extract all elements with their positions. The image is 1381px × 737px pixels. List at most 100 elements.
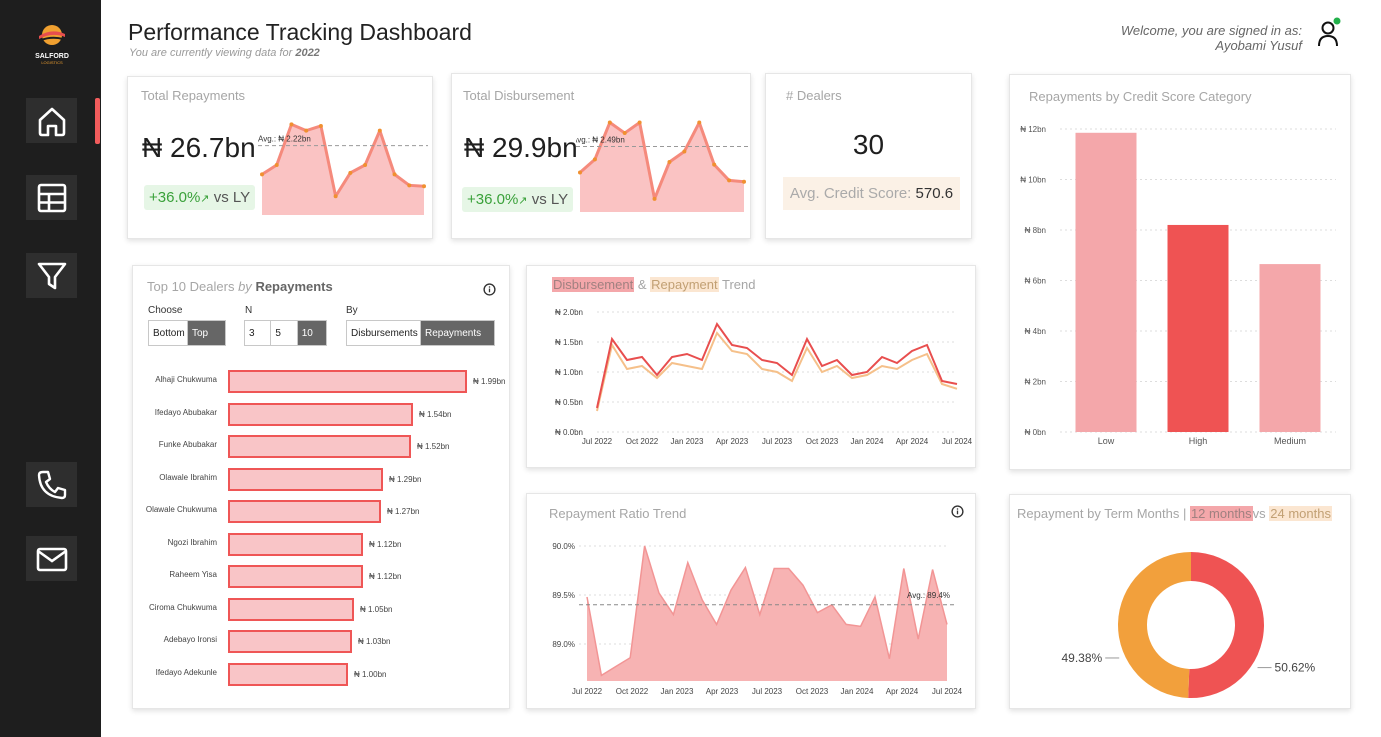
trend-up-icon: ↗ bbox=[200, 193, 210, 205]
x-tick-label: Jan 2024 bbox=[851, 437, 884, 446]
user-avatar[interactable] bbox=[1315, 17, 1345, 49]
n-toggle: 3 5 10 bbox=[244, 320, 327, 346]
dealer-row[interactable]: Alhaji Chukwuma ₦ 1.99bn bbox=[133, 370, 511, 393]
x-tick-label: Oct 2022 bbox=[626, 437, 659, 446]
dealer-row[interactable]: Ifedayo Adekunle ₦ 1.00bn bbox=[133, 662, 511, 686]
dealer-value-label: ₦ 1.29bn bbox=[389, 474, 422, 484]
disb-rep-trend-card: Disbursement & Repayment Trend ₦ 0.0bn ₦ … bbox=[526, 265, 976, 468]
x-tick-label: High bbox=[1189, 436, 1208, 446]
mail-icon bbox=[36, 547, 67, 571]
dealer-bar bbox=[228, 597, 354, 621]
total-repayments-value: ₦ 26.7bn bbox=[142, 132, 256, 163]
n-3-option[interactable]: 3 bbox=[245, 321, 272, 345]
sparkline-point bbox=[742, 179, 746, 184]
nav-home-button[interactable] bbox=[26, 98, 77, 143]
nav-filter-button[interactable] bbox=[26, 253, 77, 298]
nav-table-button[interactable] bbox=[26, 175, 77, 220]
x-tick-label: Jul 2023 bbox=[752, 687, 783, 696]
top-dealers-title-by: by bbox=[238, 279, 252, 294]
x-tick-label: Apr 2023 bbox=[706, 687, 739, 696]
x-tick-label: Apr 2023 bbox=[716, 437, 749, 446]
x-tick-label: Jan 2023 bbox=[671, 437, 704, 446]
dealer-row[interactable]: Olawale Ibrahim ₦ 1.29bn bbox=[133, 467, 511, 491]
dealer-row[interactable]: Ngozi Ibrahim ₦ 1.12bn bbox=[133, 532, 511, 556]
repayment-ratio-area-chart: 89.0% 89.5% 90.0% Avg.: 89.4% Jul 2022 Oct 20… bbox=[552, 542, 963, 696]
top-dealers-title: Top 10 Dealers by Repayments bbox=[147, 279, 333, 294]
sparkline-point bbox=[289, 122, 294, 127]
by-label: By bbox=[346, 305, 358, 316]
disbursement-sparkline: Avg.: ₦ 2.49bn bbox=[576, 120, 748, 212]
logo-name: SALFORD bbox=[35, 53, 69, 60]
nav-mail-button[interactable] bbox=[26, 536, 77, 581]
dealer-row[interactable]: Ciroma Chukwuma ₦ 1.05bn bbox=[133, 597, 511, 621]
sparkline-point bbox=[667, 160, 672, 164]
y-tick-label: ₦ 0.5bn bbox=[555, 398, 583, 407]
dealer-row[interactable]: Adebayo Ironsi ₦ 1.03bn bbox=[133, 630, 511, 653]
donut-label: 50.62% bbox=[1275, 661, 1316, 675]
y-tick-label: ₦ 12bn bbox=[1020, 125, 1046, 134]
info-icon[interactable] bbox=[483, 283, 496, 296]
by-disbursements-option[interactable]: Disbursements bbox=[347, 321, 421, 345]
dealer-row[interactable]: Ifedayo Abubakar ₦ 1.54bn bbox=[133, 402, 511, 426]
credit-score-value: 570.6 bbox=[915, 185, 954, 202]
sparkline-point bbox=[318, 123, 323, 128]
dealer-name: Adebayo Ironsi bbox=[163, 635, 217, 644]
table-icon bbox=[37, 183, 66, 212]
choose-top-option[interactable]: Top bbox=[188, 321, 225, 345]
y-tick-label: 89.0% bbox=[552, 640, 575, 649]
page-title: Performance Tracking Dashboard bbox=[128, 19, 472, 45]
trend-up-icon: ↗ bbox=[518, 195, 528, 207]
credit-score-chart-card: Repayments by Credit Score Category ₦ 0b… bbox=[1009, 74, 1351, 470]
dealer-name: Raheem Yisa bbox=[169, 570, 217, 579]
sparkline-point bbox=[392, 172, 397, 177]
sparkline-point bbox=[333, 194, 338, 199]
n-5-option[interactable]: 5 bbox=[271, 321, 298, 345]
n-10-option[interactable]: 10 bbox=[297, 321, 327, 345]
y-tick-label: 89.5% bbox=[552, 591, 575, 600]
by-toggle: Disbursements Repayments bbox=[346, 320, 495, 346]
x-tick-label: Oct 2022 bbox=[616, 687, 649, 696]
company-logo: SALFORD LOGISTICS bbox=[30, 24, 74, 65]
nav-phone-button[interactable] bbox=[26, 462, 77, 507]
sparkline-point bbox=[578, 170, 582, 175]
dealer-row[interactable]: Funke Abubakar ₦ 1.52bn bbox=[133, 435, 511, 458]
dealer-row[interactable]: Olawale Chukwuma ₦ 1.27bn bbox=[133, 500, 511, 523]
dealer-value-label: ₦ 1.99bn bbox=[473, 377, 506, 386]
x-tick-label: Medium bbox=[1274, 436, 1306, 446]
dealer-bar bbox=[228, 500, 381, 523]
repayments-vs-label: vs LY bbox=[213, 189, 251, 206]
sparkline-point bbox=[407, 183, 412, 188]
term-months-donut-chart: 50.62% 49.38% bbox=[1062, 552, 1316, 698]
ratio-trend-card: Repayment Ratio Trend 89.0% 89.5% 90.0% Avg… bbox=[526, 493, 976, 709]
y-tick-label: ₦ 4bn bbox=[1025, 327, 1046, 336]
credit-score-bar-chart: ₦ 0bn ₦ 2bn ₦ 4bn ₦ 6bn ₦ 8bn ₦ 10bn ₦ 12bn Low… bbox=[1020, 125, 1336, 446]
top-dealers-title-pre: Top 10 Dealers bbox=[147, 279, 235, 294]
y-tick-label: ₦ 0.0bn bbox=[555, 428, 583, 437]
dealer-name: Funke Abubakar bbox=[158, 440, 217, 449]
dealers-card: # Dealers 30 Avg. Credit Score: 570.6 bbox=[765, 73, 972, 239]
sparkline-point bbox=[622, 131, 627, 136]
repayments-sparkline: Avg.: ₦ 2.22bn bbox=[258, 122, 428, 215]
dealer-value-label: ₦ 1.03bn bbox=[358, 637, 391, 646]
sparkline-point bbox=[377, 128, 382, 133]
disbursement-change-value: +36.0% bbox=[467, 191, 519, 208]
welcome-text: Welcome, you are signed in as: bbox=[1120, 23, 1302, 38]
by-repayments-option[interactable]: Repayments bbox=[421, 321, 494, 345]
sparkline-point bbox=[260, 172, 264, 177]
x-tick-label: Jul 2024 bbox=[932, 687, 963, 696]
dealer-row[interactable]: Raheem Yisa ₦ 1.12bn bbox=[133, 565, 511, 588]
dealer-name: Olawale Chukwuma bbox=[145, 505, 217, 514]
x-tick-label: Jan 2023 bbox=[661, 687, 694, 696]
term-months-card: Repayment by Term Months | 12 monthsvs 2… bbox=[1009, 494, 1351, 709]
choose-bottom-option[interactable]: Bottom bbox=[149, 321, 188, 345]
disbursement-vs-label: vs LY bbox=[531, 191, 569, 208]
sparkline-point bbox=[422, 184, 426, 189]
page-subtitle: You are currently viewing data for 2022 bbox=[129, 47, 320, 59]
dealer-value-label: ₦ 1.00bn bbox=[354, 669, 387, 679]
y-tick-label: ₦ 1.5bn bbox=[555, 338, 583, 347]
dealer-bar bbox=[228, 662, 348, 686]
dealer-value-label: ₦ 1.12bn bbox=[369, 572, 402, 581]
home-icon bbox=[38, 107, 65, 136]
x-tick-label: Apr 2024 bbox=[886, 687, 919, 696]
sparkline-point bbox=[652, 196, 657, 201]
